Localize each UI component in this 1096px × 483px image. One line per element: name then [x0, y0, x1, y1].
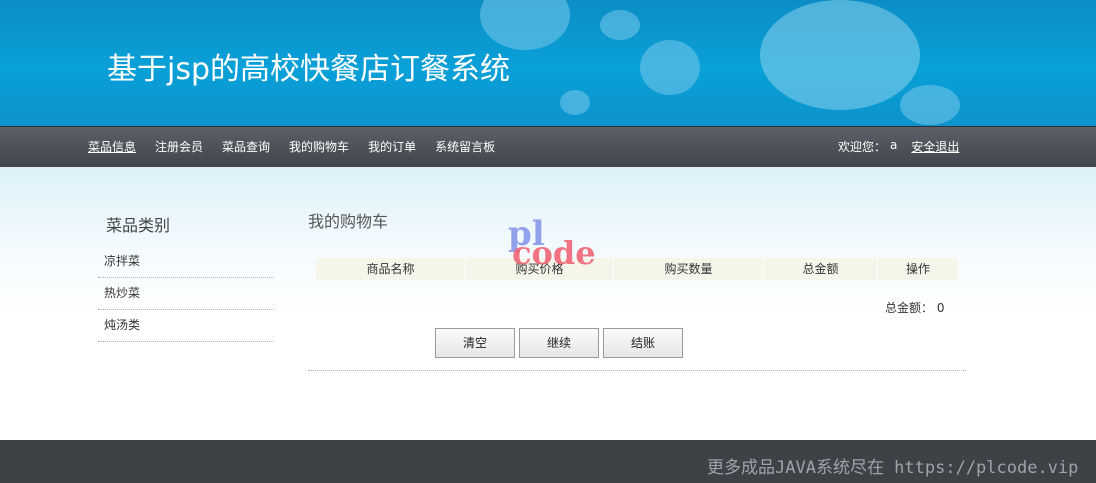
user-welcome: 欢迎您： a 安全退出: [838, 138, 959, 155]
column-header-amount: 总金额: [764, 258, 878, 280]
logout-link[interactable]: 安全退出: [911, 138, 959, 155]
sidebar-item-stir-fry[interactable]: 热炒菜: [98, 278, 274, 310]
banner-decoration: [560, 90, 590, 115]
watermark-footer-text: 更多成品JAVA系统尽在 https://plcode.vip: [707, 458, 1079, 478]
banner-decoration: [640, 40, 700, 95]
main-nav: 菜品信息 注册会员 菜品查询 我的购物车 我的订单 系统留言板 欢迎您： a 安…: [0, 126, 1096, 167]
sidebar-item-cold-dishes[interactable]: 凉拌菜: [98, 246, 274, 278]
checkout-button[interactable]: 结账: [603, 328, 683, 358]
header-banner: 基于jsp的高校快餐店订餐系统: [0, 0, 1096, 126]
nav-item-dish-search[interactable]: 菜品查询: [222, 138, 270, 155]
cart-panel: 我的购物车 商品名称 购买价格 购买数量 总金额 操作 总金额： 0 清空 继续…: [308, 208, 966, 371]
nav-item-my-orders[interactable]: 我的订单: [368, 138, 416, 155]
category-sidebar: 菜品类别 凉拌菜 热炒菜 炖汤类: [98, 212, 274, 342]
column-header-name: 商品名称: [316, 258, 466, 280]
banner-decoration: [600, 10, 640, 40]
welcome-label: 欢迎您：: [838, 140, 887, 154]
total-label: 总金额：: [885, 301, 934, 315]
column-header-action: 操作: [905, 262, 930, 276]
banner-decoration: [900, 85, 960, 125]
banner-decoration: [760, 0, 920, 110]
cart-total: 总金额： 0: [885, 299, 944, 316]
site-title: 基于jsp的高校快餐店订餐系统: [107, 52, 511, 87]
column-header-quantity: 购买数量: [614, 258, 764, 280]
watermark-logo: pl code: [508, 214, 608, 276]
continue-button[interactable]: 继续: [519, 328, 599, 358]
watermark-logo-bottom: code: [512, 234, 596, 272]
page-title: 我的购物车: [308, 212, 389, 231]
sidebar-item-soups[interactable]: 炖汤类: [98, 310, 274, 342]
banner-decoration: [480, 0, 570, 50]
total-value: 0: [936, 301, 945, 315]
nav-menu: 菜品信息 注册会员 菜品查询 我的购物车 我的订单 系统留言板: [88, 138, 514, 155]
cart-table-header: 商品名称 购买价格 购买数量 总金额 操作: [316, 258, 958, 280]
cart-actions: 清空 继续 结账: [435, 328, 687, 358]
content-divider: [308, 370, 966, 371]
nav-item-message-board[interactable]: 系统留言板: [435, 138, 495, 155]
nav-item-my-cart[interactable]: 我的购物车: [289, 138, 349, 155]
clear-button[interactable]: 清空: [435, 328, 515, 358]
page-footer: 更多成品JAVA系统尽在 https://plcode.vip: [0, 440, 1096, 483]
nav-item-register[interactable]: 注册会员: [155, 138, 203, 155]
sidebar-title: 菜品类别: [106, 216, 171, 235]
username: a: [890, 138, 898, 152]
nav-item-dish-info[interactable]: 菜品信息: [88, 138, 136, 155]
